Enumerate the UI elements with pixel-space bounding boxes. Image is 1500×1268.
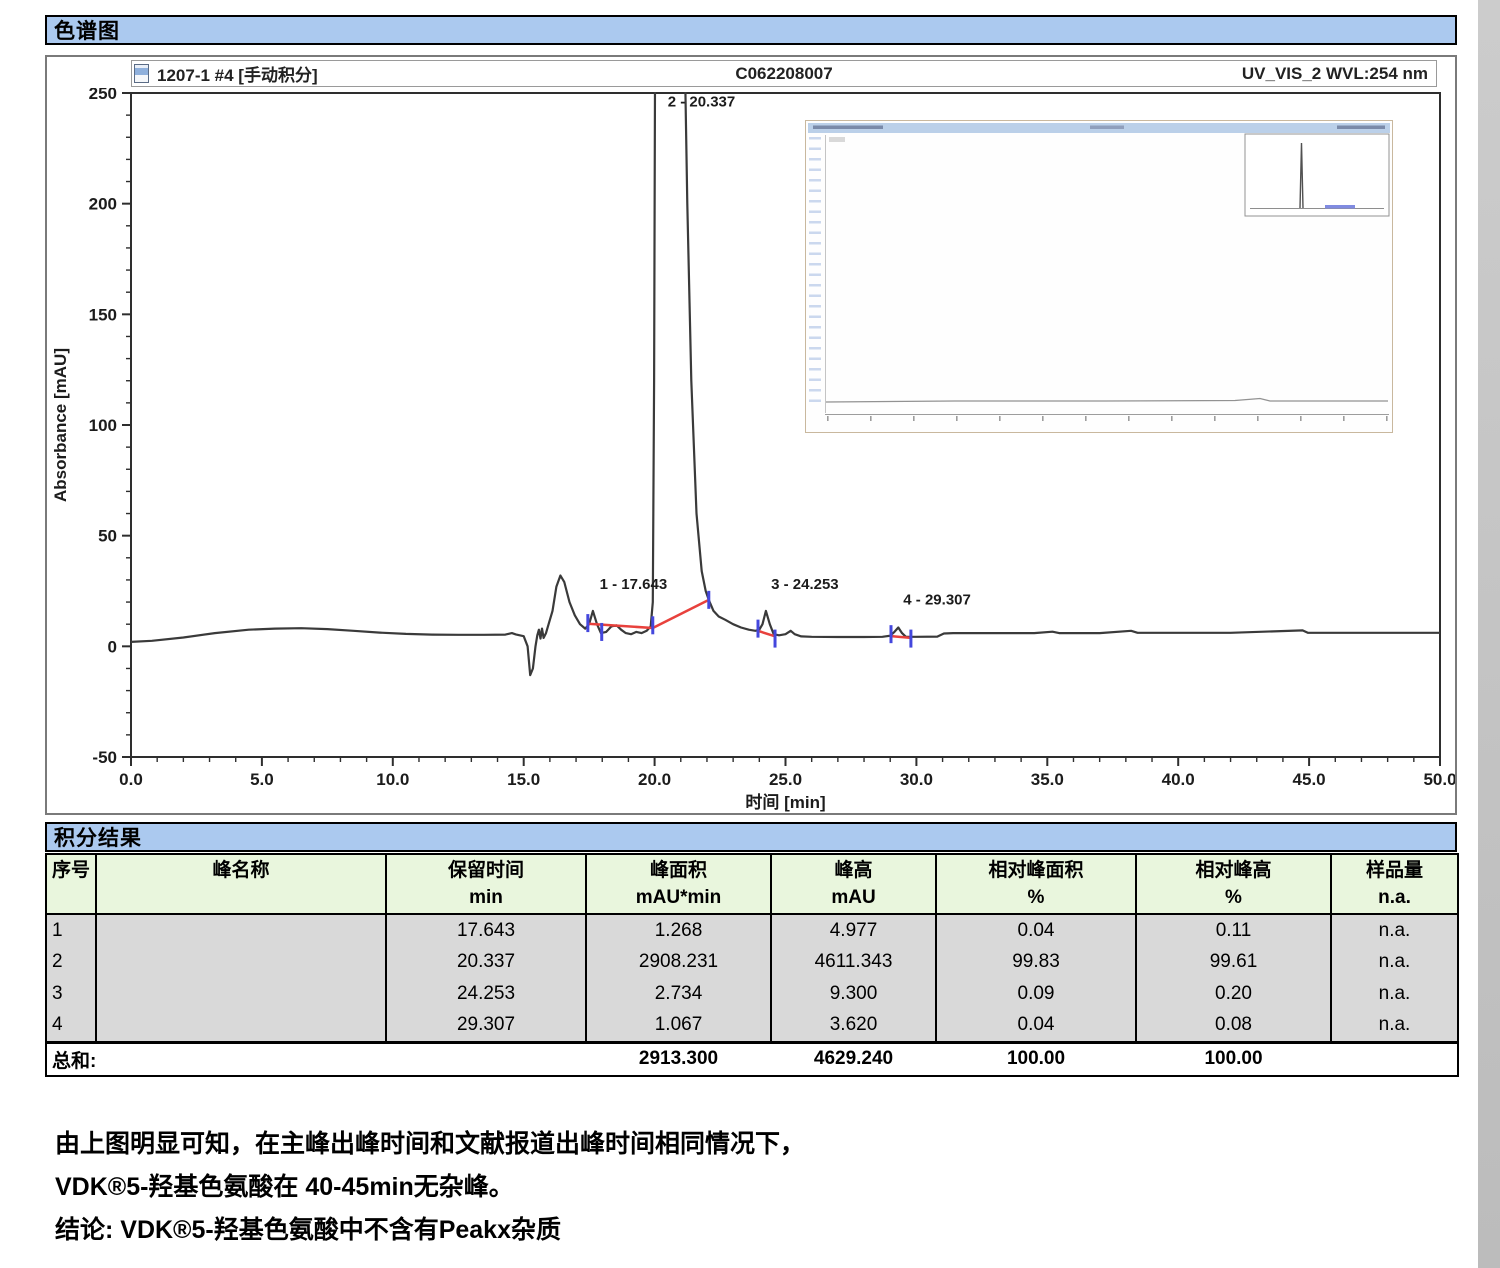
conclusion-text: 由上图明显可知，在主峰出峰时间和文献报道出峰时间相同情况下， VDK®5-羟基色… xyxy=(55,1123,1457,1252)
section-title-chromatogram: 色谱图 xyxy=(45,15,1457,45)
integration-results-table: 序号 峰名称 保留时间min峰面积mAU*min峰高mAU相对峰面积%相对峰高%… xyxy=(45,853,1459,1077)
svg-text:40.0: 40.0 xyxy=(1162,770,1195,789)
column-header-3: 峰面积mAU*min xyxy=(586,854,771,914)
inset-blue-marker xyxy=(1325,205,1355,209)
detector-wavelength-label: UV_VIS_2 WVL:254 nm xyxy=(1242,64,1436,84)
table-row: 117.6431.2684.9770.040.11n.a. xyxy=(46,914,1458,946)
report-page: 色谱图 1207-1 #4 [手动积分] C062208007 UV_VIS_2… xyxy=(45,15,1457,1252)
svg-text:35.0: 35.0 xyxy=(1031,770,1064,789)
table-row: 324.2532.7349.3000.090.20n.a. xyxy=(46,978,1458,1010)
table-row: 429.3071.0673.6200.040.08n.a. xyxy=(46,1010,1458,1042)
table-row: 220.3372908.2314611.34399.8399.61n.a. xyxy=(46,946,1458,978)
svg-text:时间 [min]: 时间 [min] xyxy=(745,792,825,812)
chart-header-strip: 1207-1 #4 [手动积分] C062208007 UV_VIS_2 WVL… xyxy=(131,60,1437,87)
svg-text:150: 150 xyxy=(89,305,117,324)
total-rel-area: 100.00 xyxy=(936,1042,1136,1076)
conclusion-line-1: 由上图明显可知，在主峰出峰时间和文献报道出峰时间相同情况下， xyxy=(55,1123,1457,1166)
svg-text:Absorbance [mAU]: Absorbance [mAU] xyxy=(51,348,70,502)
table-header-row: 序号 峰名称 保留时间min峰面积mAU*min峰高mAU相对峰面积%相对峰高%… xyxy=(46,854,1458,914)
peak-annotation: 1 - 17.643 xyxy=(600,576,668,593)
column-header-5: 相对峰面积% xyxy=(936,854,1136,914)
svg-text:30.0: 30.0 xyxy=(900,770,933,789)
peak-annotation: 4 - 29.307 xyxy=(903,591,971,608)
inset-chromatogram-thumbnail xyxy=(805,120,1393,433)
column-header-6: 相对峰高% xyxy=(1136,854,1331,914)
inset-inner-peak-box xyxy=(1245,134,1389,216)
total-rel-height: 100.00 xyxy=(1136,1042,1331,1076)
peak-annotation: 2 - 20.337 xyxy=(668,93,736,110)
svg-text:0: 0 xyxy=(108,637,117,656)
svg-text:45.0: 45.0 xyxy=(1293,770,1326,789)
svg-text:25.0: 25.0 xyxy=(769,770,802,789)
section-title-integration: 积分结果 xyxy=(45,822,1457,852)
svg-text:200: 200 xyxy=(89,195,117,214)
svg-text:20.0: 20.0 xyxy=(638,770,671,789)
column-header-4: 峰高mAU xyxy=(771,854,936,914)
svg-text:10.0: 10.0 xyxy=(376,770,409,789)
column-header-1: 峰名称 xyxy=(96,854,386,914)
svg-text:5.0: 5.0 xyxy=(250,770,274,789)
column-header-7: 样品量n.a. xyxy=(1331,854,1458,914)
conclusion-line-3: 结论: VDK®5-羟基色氨酸中不含有Peakx杂质 xyxy=(55,1209,1457,1252)
total-height: 4629.240 xyxy=(771,1042,936,1076)
integration-title-label: 积分结果 xyxy=(54,822,142,852)
svg-text:0.0: 0.0 xyxy=(119,770,143,789)
total-label: 总和: xyxy=(46,1042,386,1076)
chromatogram-chart: 1207-1 #4 [手动积分] C062208007 UV_VIS_2 WVL… xyxy=(45,55,1457,815)
chromatogram-title-label: 色谱图 xyxy=(54,15,120,45)
svg-text:50: 50 xyxy=(98,527,117,546)
conclusion-line-2: VDK®5-羟基色氨酸在 40-45min无杂峰。 xyxy=(55,1166,1457,1209)
svg-text:100: 100 xyxy=(89,416,117,435)
column-header-2: 保留时间min xyxy=(386,854,586,914)
svg-text:15.0: 15.0 xyxy=(507,770,540,789)
peak-annotation: 3 - 24.253 xyxy=(771,576,839,593)
column-header-0: 序号 xyxy=(46,854,96,914)
injection-label: 1207-1 #4 [手动积分] xyxy=(157,61,318,86)
total-area: 2913.300 xyxy=(586,1042,771,1076)
scan-edge-shadow xyxy=(1478,0,1500,1268)
svg-text:250: 250 xyxy=(89,88,117,103)
sample-id-label: C062208007 xyxy=(132,64,1436,84)
svg-text:50.0: 50.0 xyxy=(1423,770,1456,789)
table-total-row: 总和: 2913.300 4629.240 100.00 100.00 xyxy=(46,1042,1458,1076)
svg-text:-50: -50 xyxy=(92,748,117,767)
